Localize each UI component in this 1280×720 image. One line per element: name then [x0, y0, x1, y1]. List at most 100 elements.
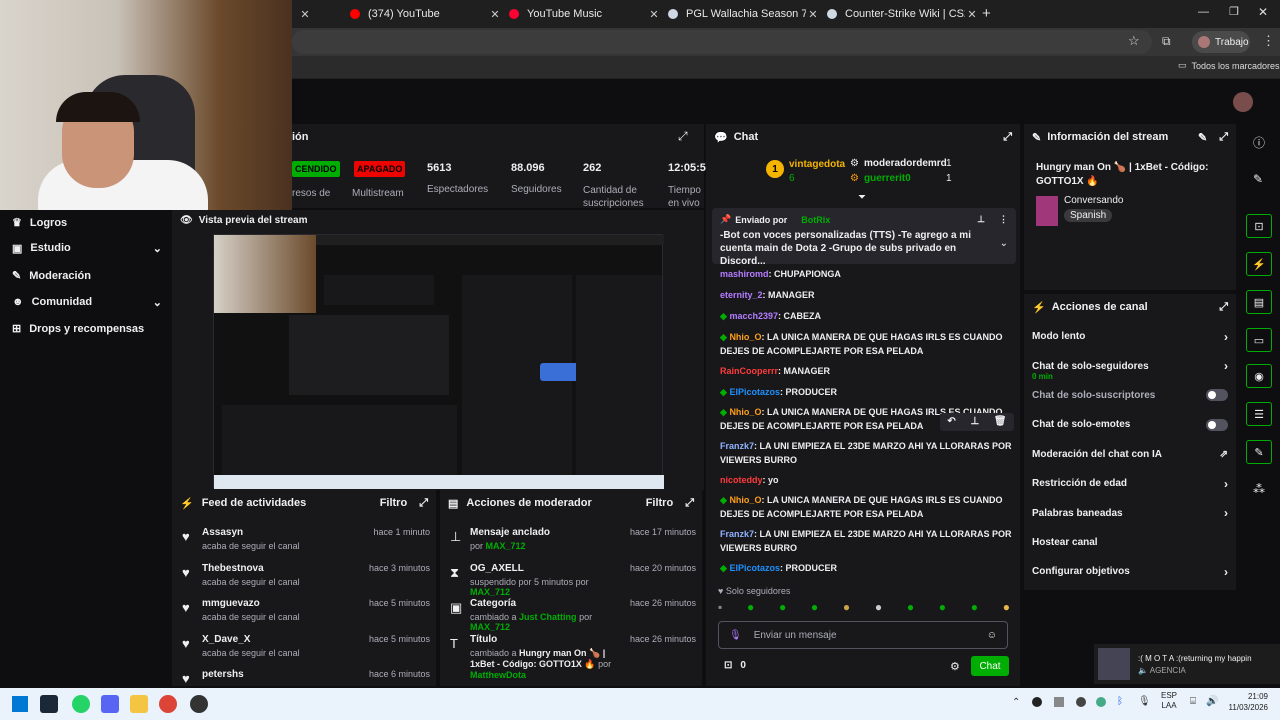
- modaction-user[interactable]: MAX_712: [486, 541, 526, 551]
- chat-settings-icon[interactable]: ⚙: [950, 660, 960, 673]
- tray-app-icon[interactable]: [1076, 697, 1086, 707]
- sidebar-item-moderacion[interactable]: ✎ Moderación: [12, 269, 91, 282]
- clip-icon[interactable]: ⊡: [1246, 214, 1272, 238]
- user-avatar[interactable]: [1233, 92, 1253, 112]
- action-subs-only[interactable]: Chat de solo-suscriptores: [1024, 381, 1236, 410]
- emote-icon[interactable]: ●: [907, 600, 914, 616]
- sidebar-item-drops[interactable]: ⊞ Drops y recompensas: [12, 322, 144, 335]
- emote-icon[interactable]: ●: [843, 600, 850, 616]
- obs-icon[interactable]: [190, 695, 208, 713]
- emote-icon[interactable]: ▪: [718, 600, 722, 616]
- modaction-user[interactable]: MAX_712: [470, 587, 510, 597]
- emote-icon[interactable]: ●: [939, 600, 946, 616]
- feed-user[interactable]: X_Dave_X: [202, 634, 369, 645]
- apps-icon[interactable]: ⁂: [1253, 482, 1265, 496]
- popout-icon[interactable]: ⤢: [1219, 131, 1228, 144]
- document-icon[interactable]: ▤: [1246, 290, 1272, 314]
- bolt-icon[interactable]: ⚡: [1246, 252, 1272, 276]
- chat-icon[interactable]: ▭: [1246, 328, 1272, 352]
- top-chatter-name[interactable]: moderadordemrd: [864, 158, 947, 169]
- sidebar-item-comunidad[interactable]: ☻ Comunidad ⌄: [12, 296, 162, 309]
- popout-icon[interactable]: ⤢: [1003, 131, 1012, 144]
- action-banned-words[interactable]: Palabras baneadas ›: [1024, 498, 1236, 527]
- top-gifter-name[interactable]: vintagedota: [789, 159, 845, 170]
- reply-icon[interactable]: ↶: [947, 415, 955, 429]
- minimize-icon[interactable]: —: [1198, 6, 1209, 18]
- chat-username[interactable]: eternity_2: [720, 290, 763, 300]
- close-icon[interactable]: ✕: [488, 8, 502, 21]
- language-tag[interactable]: Spanish: [1064, 209, 1113, 222]
- unpin-icon[interactable]: ⊥: [977, 214, 985, 225]
- action-ai-moderation[interactable]: Moderación del chat con IA ⇗: [1024, 440, 1236, 469]
- steam-icon[interactable]: [40, 695, 58, 713]
- action-slow-mode[interactable]: Modo lento ›: [1024, 322, 1236, 351]
- chat-username[interactable]: nicoteddy: [720, 475, 763, 485]
- close-icon[interactable]: ✕: [298, 8, 312, 21]
- windows-start-icon[interactable]: [12, 696, 28, 712]
- action-age-restriction[interactable]: Restricción de edad ›: [1024, 469, 1236, 498]
- profile-button[interactable]: Trabajo: [1192, 31, 1250, 53]
- modaction-user[interactable]: MAX_712: [470, 622, 510, 632]
- edit-icon[interactable]: ✎: [1198, 131, 1207, 144]
- tray-chevron-icon[interactable]: ⌃: [1012, 697, 1020, 708]
- mic-icon[interactable]: 🎙: [729, 630, 742, 641]
- emote-icon[interactable]: ●: [971, 600, 978, 616]
- chat-username[interactable]: macch2397: [729, 311, 778, 321]
- emote-icon[interactable]: ●: [747, 600, 754, 616]
- tab-cs-wiki[interactable]: Counter-Strike Wiki | CS2 | Liqu ✕: [821, 4, 979, 24]
- modaction-user[interactable]: MatthewDota: [470, 670, 526, 680]
- feed-user[interactable]: petershs: [202, 669, 369, 680]
- tab-close-prev[interactable]: ✕: [292, 4, 338, 24]
- chat-username[interactable]: Nhio_O: [729, 495, 761, 505]
- close-icon[interactable]: ✕: [647, 8, 661, 21]
- multistream-status-badge[interactable]: APAGADO: [354, 161, 406, 177]
- close-icon[interactable]: ✕: [806, 8, 820, 21]
- kebab-icon[interactable]: ⋮: [999, 214, 1008, 225]
- language-indicator[interactable]: ESP LAA: [1161, 691, 1177, 711]
- emote-icon[interactable]: ●: [811, 600, 818, 616]
- pinned-author[interactable]: BotRix: [801, 215, 830, 225]
- music-notification[interactable]: :( M O T A :(returning my happin 🔈 AGENC…: [1094, 644, 1280, 684]
- broadcast-icon[interactable]: ◉: [1246, 364, 1272, 388]
- feed-user[interactable]: Assasyn: [202, 527, 373, 538]
- close-icon[interactable]: ✕: [965, 8, 979, 21]
- all-bookmarks[interactable]: ▭ Todos los marcadores: [1178, 60, 1280, 71]
- extensions-icon[interactable]: ⧉: [1162, 34, 1171, 49]
- list-icon[interactable]: ☰: [1246, 402, 1272, 426]
- chat-username[interactable]: mashiromd: [720, 269, 769, 279]
- restore-icon[interactable]: ❐: [1229, 5, 1239, 18]
- chat-username[interactable]: ElPicotazos: [729, 563, 780, 573]
- popout-icon[interactable]: ⤢: [685, 497, 694, 510]
- sidebar-item-logros[interactable]: ♛ Logros: [12, 216, 67, 229]
- chat-input[interactable]: 🎙 Enviar un mensaje ☺: [718, 621, 1008, 649]
- chat-username[interactable]: Nhio_O: [729, 332, 761, 342]
- tab-pgl[interactable]: PGL Wallachia Season 7 - Liquip ✕: [662, 4, 820, 24]
- action-followers-only[interactable]: Chat de solo-seguidores › 0 min: [1024, 351, 1236, 381]
- toggle-switch[interactable]: [1206, 389, 1228, 402]
- action-goals[interactable]: Configurar objetivos ›: [1024, 557, 1236, 586]
- modaction-title[interactable]: OG_AXELL: [470, 563, 630, 574]
- network-icon[interactable]: ⌸: [1190, 696, 1196, 707]
- clock[interactable]: 21:09 11/03/2026: [1224, 691, 1268, 713]
- toggle-switch[interactable]: [1206, 418, 1228, 431]
- feed-user[interactable]: Thebestnova: [202, 563, 369, 574]
- popout-icon[interactable]: ⤢: [419, 497, 428, 510]
- popout-icon[interactable]: ⤢: [1219, 301, 1228, 314]
- discord-icon[interactable]: [101, 695, 119, 713]
- mic-icon[interactable]: 🎙: [1138, 696, 1151, 707]
- chat-send-button[interactable]: Chat: [971, 656, 1009, 676]
- emote-icon[interactable]: ●: [779, 600, 786, 616]
- chat-username[interactable]: ElPicotazos: [729, 387, 780, 397]
- wrench-icon[interactable]: ✎: [1246, 440, 1272, 464]
- info-icon[interactable]: ⓘ: [1253, 134, 1265, 151]
- modactions-filter-button[interactable]: Filtro: [646, 497, 674, 509]
- stream-category[interactable]: Conversando: [1064, 195, 1123, 206]
- tab-youtube-music[interactable]: YouTube Music ✕: [503, 4, 661, 24]
- menu-kebab-icon[interactable]: ⋮: [1262, 33, 1275, 49]
- stream-video[interactable]: [213, 234, 664, 489]
- tray-app-icon[interactable]: [1032, 697, 1042, 707]
- tray-app-icon[interactable]: [1096, 697, 1106, 707]
- emote-icon[interactable]: ●: [875, 600, 882, 616]
- chat-username[interactable]: Franzk7: [720, 441, 754, 451]
- chrome-icon[interactable]: [159, 695, 177, 713]
